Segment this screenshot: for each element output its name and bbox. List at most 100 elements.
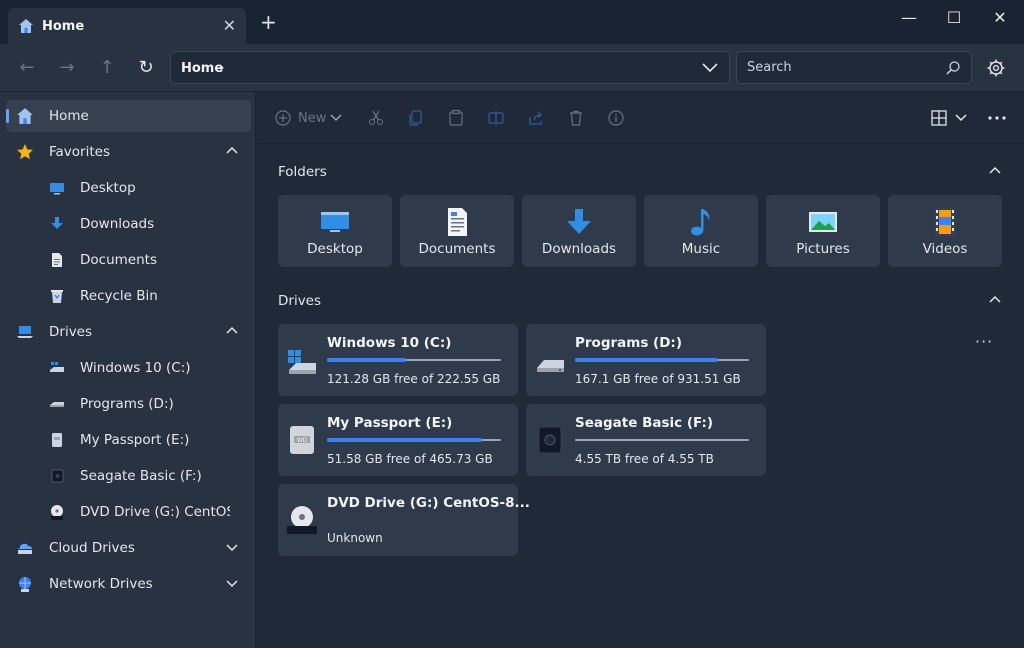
search-box[interactable]: Search: [736, 51, 972, 84]
star-icon: [16, 143, 34, 161]
sidebar-item-documents[interactable]: Documents: [6, 244, 251, 276]
address-path[interactable]: Home: [181, 61, 223, 76]
desktop-icon: [318, 207, 352, 237]
document-icon: [48, 251, 66, 269]
more-options-icon[interactable]: ···: [975, 332, 993, 351]
new-tab-button[interactable]: +: [260, 12, 277, 32]
folder-card-downloads[interactable]: Downloads: [522, 195, 636, 267]
folder-card-documents[interactable]: Documents: [400, 195, 514, 267]
delete-icon[interactable]: [567, 109, 587, 129]
recycle-bin-icon: [48, 287, 66, 305]
drive-card-programs-d[interactable]: Programs (D:) 167.1 GB free of 931.51 GB: [526, 324, 766, 396]
music-note-icon: [684, 207, 718, 237]
chevron-down-icon[interactable]: [954, 110, 974, 130]
plus-circle-icon[interactable]: [274, 109, 294, 129]
drive-name: Seagate Basic (F:): [575, 415, 714, 431]
chevron-down-icon[interactable]: [701, 57, 719, 81]
back-icon[interactable]: ←: [15, 56, 39, 80]
sidebar-item-downloads[interactable]: Downloads: [6, 208, 251, 240]
forward-icon[interactable]: →: [55, 56, 79, 80]
svg-text:WD: WD: [297, 437, 308, 444]
sidebar-item-label: Seagate Basic (F:): [80, 468, 202, 484]
main-content: New Folders Desktop Documents Downloads …: [257, 92, 1024, 648]
more-options-icon[interactable]: [987, 109, 1007, 129]
sidebar-item-dvd-g[interactable]: DVD Drive (G:) CentOS-8: [6, 496, 251, 528]
drive-usage-fill: [327, 438, 482, 442]
folder-card-desktop[interactable]: Desktop: [278, 195, 392, 267]
sidebar-item-label: My Passport (E:): [80, 432, 190, 448]
drive-usage-bar: [575, 439, 749, 441]
network-drive-icon: [16, 575, 34, 593]
address-bar[interactable]: Home ›: [170, 51, 730, 84]
sidebar-item-label: Cloud Drives: [49, 540, 135, 556]
dvd-drive-icon: [286, 504, 318, 536]
drive-free-space: 167.1 GB free of 931.51 GB: [575, 372, 741, 386]
chevron-down-icon[interactable]: [225, 576, 239, 594]
chevron-up-icon[interactable]: [988, 164, 1002, 182]
sidebar-item-network-drives[interactable]: Network Drives: [6, 568, 251, 600]
sidebar-item-programs-d[interactable]: Programs (D:): [6, 388, 251, 420]
picture-icon: [806, 207, 840, 237]
drive-card-dvd-g[interactable]: DVD Drive (G:) CentOS-8... Unknown: [278, 484, 530, 556]
info-icon[interactable]: [607, 109, 627, 129]
hard-drive-icon: [534, 348, 566, 380]
chevron-up-icon[interactable]: [988, 293, 1002, 311]
sidebar-item-label: Desktop: [80, 180, 136, 196]
document-icon: [440, 207, 474, 237]
chevron-up-icon[interactable]: [225, 144, 239, 162]
new-button[interactable]: New: [298, 111, 326, 126]
tab-home[interactable]: Home ✕: [8, 8, 246, 44]
title-bar: Home ✕ + — ☐ ✕: [0, 0, 1024, 44]
sidebar-item-seagate-f[interactable]: Seagate Basic (F:): [6, 460, 251, 492]
gear-icon[interactable]: [986, 58, 1006, 82]
folder-card-music[interactable]: Music: [644, 195, 758, 267]
external-drive-icon: [48, 431, 66, 449]
drive-card-my-passport-e[interactable]: WD My Passport (E:) 51.58 GB free of 465…: [278, 404, 518, 476]
up-icon[interactable]: ↑: [95, 56, 119, 80]
copy-icon[interactable]: [407, 109, 427, 129]
drive-name: Windows 10 (C:): [327, 335, 452, 351]
computer-icon: [16, 323, 34, 341]
sidebar-item-label: Windows 10 (C:): [80, 360, 191, 376]
sidebar-item-favorites[interactable]: Favorites: [6, 136, 251, 168]
cloud-drive-icon: [16, 539, 34, 557]
drive-card-seagate-f[interactable]: Seagate Basic (F:) 4.55 TB free of 4.55 …: [526, 404, 766, 476]
drive-card-windows-c[interactable]: Windows 10 (C:) 121.28 GB free of 222.55…: [278, 324, 518, 396]
share-icon[interactable]: [527, 109, 547, 129]
cut-icon[interactable]: [367, 109, 387, 129]
rename-icon[interactable]: [487, 109, 507, 129]
search-input[interactable]: Search: [747, 60, 792, 75]
folder-label: Downloads: [541, 241, 617, 257]
folder-card-pictures[interactable]: Pictures: [766, 195, 880, 267]
folder-card-videos[interactable]: Videos: [888, 195, 1002, 267]
sidebar-item-label: DVD Drive (G:) CentOS-8: [80, 504, 230, 520]
video-icon: [928, 207, 962, 237]
sidebar-item-windows-c[interactable]: Windows 10 (C:): [6, 352, 251, 384]
sidebar-item-recycle-bin[interactable]: Recycle Bin: [6, 280, 251, 312]
sidebar-item-drives[interactable]: Drives: [6, 316, 251, 348]
folder-label: Pictures: [796, 241, 850, 257]
system-drive-icon: [48, 359, 66, 377]
external-drive-icon: [48, 467, 66, 485]
drive-free-space: Unknown: [327, 531, 383, 545]
tab-title: Home: [42, 19, 85, 34]
drives-section-title: Drives: [278, 293, 322, 309]
close-window-icon[interactable]: ✕: [990, 8, 1010, 28]
layout-grid-icon[interactable]: [930, 109, 950, 129]
sidebar-item-home[interactable]: Home: [6, 100, 251, 132]
chevron-down-icon[interactable]: [225, 540, 239, 558]
download-icon: [562, 207, 596, 237]
close-tab-icon[interactable]: ✕: [223, 16, 236, 35]
refresh-icon[interactable]: ↻: [134, 56, 158, 80]
paste-icon[interactable]: [447, 109, 467, 129]
download-icon: [48, 215, 66, 233]
system-drive-icon: [286, 348, 318, 380]
maximize-icon[interactable]: ☐: [944, 8, 964, 28]
minimize-icon[interactable]: —: [899, 8, 919, 28]
search-icon[interactable]: [945, 60, 961, 80]
sidebar-item-desktop[interactable]: Desktop: [6, 172, 251, 204]
chevron-down-icon[interactable]: [329, 110, 349, 130]
sidebar-item-my-passport-e[interactable]: My Passport (E:): [6, 424, 251, 456]
chevron-up-icon[interactable]: [225, 324, 239, 342]
sidebar-item-cloud-drives[interactable]: Cloud Drives: [6, 532, 251, 564]
